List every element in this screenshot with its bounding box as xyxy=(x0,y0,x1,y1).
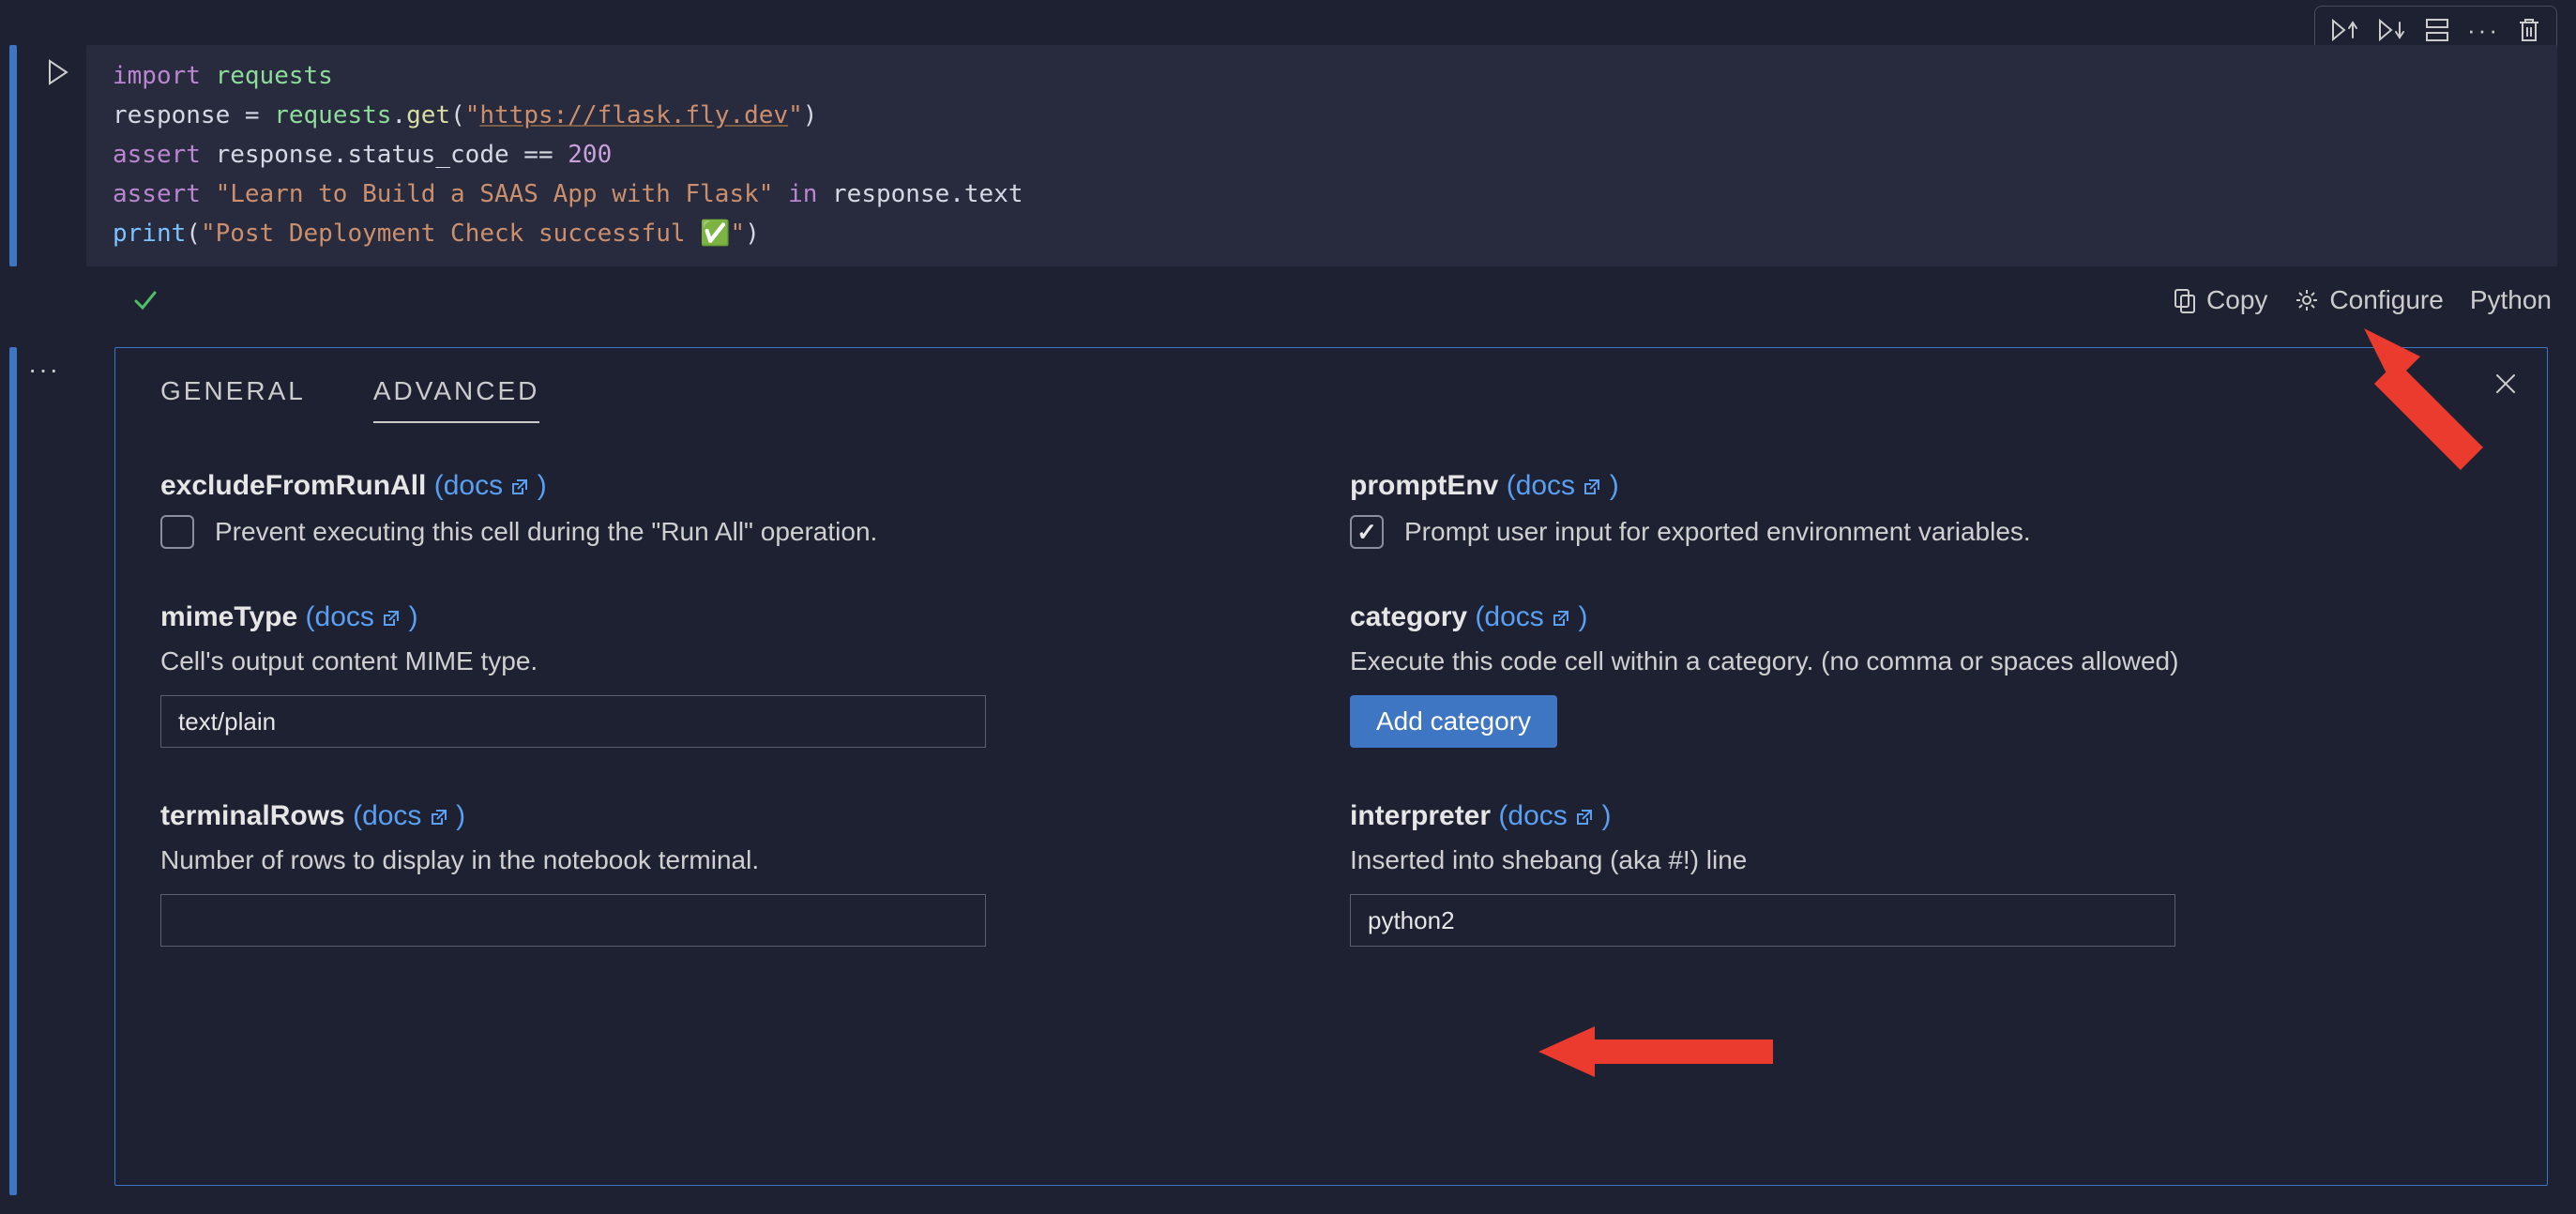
cell-collapse-icon[interactable]: ··· xyxy=(28,355,60,385)
run-cell-icon[interactable] xyxy=(44,58,72,266)
field-mimetype: mimeType (docs ) Cell's output content M… xyxy=(160,601,1312,748)
delete-cell-icon[interactable] xyxy=(2517,17,2541,43)
run-below-icon[interactable] xyxy=(2377,17,2407,43)
docs-link-interpreter[interactable]: (docs ) xyxy=(1498,800,1611,831)
label-excludefromrunall: excludeFromRunAll xyxy=(160,470,426,501)
input-interpreter[interactable] xyxy=(1350,894,2175,947)
docs-link-category[interactable]: (docs ) xyxy=(1475,601,1587,632)
checkbox-promptenv[interactable] xyxy=(1350,515,1384,549)
field-interpreter: interpreter (docs ) Inserted into sheban… xyxy=(1350,800,2502,947)
desc-excludefromrunall: Prevent executing this cell during the "… xyxy=(215,517,877,547)
run-cell-gutter xyxy=(30,45,86,266)
input-terminalrows[interactable] xyxy=(160,894,986,947)
left-column: excludeFromRunAll (docs ) Prevent execut… xyxy=(160,470,1312,947)
desc-promptenv: Prompt user input for exported environme… xyxy=(1404,517,2031,547)
configure-button[interactable]: Configure xyxy=(2294,285,2443,315)
desc-interpreter: Inserted into shebang (aka #!) line xyxy=(1350,845,2502,875)
field-promptenv: promptEnv (docs ) Prompt user input for … xyxy=(1350,470,2502,549)
desc-mimetype: Cell's output content MIME type. xyxy=(160,646,1312,676)
code-cell: import requests response = requests.get(… xyxy=(9,45,2557,266)
label-terminalrows: terminalRows xyxy=(160,800,345,831)
label-promptenv: promptEnv xyxy=(1350,470,1498,501)
docs-link-excludefromrunall[interactable]: (docs ) xyxy=(434,470,547,501)
tab-general[interactable]: GENERAL xyxy=(160,376,306,423)
field-category: category (docs ) Execute this code cell … xyxy=(1350,601,2502,748)
more-actions-icon[interactable]: ··· xyxy=(2467,16,2500,45)
run-above-icon[interactable] xyxy=(2330,17,2360,43)
add-category-button[interactable]: Add category xyxy=(1350,695,1557,748)
close-icon[interactable] xyxy=(2493,371,2519,404)
configure-panel: GENERAL ADVANCED excludeFromRunAll (docs… xyxy=(114,347,2548,1186)
code-editor[interactable]: import requests response = requests.get(… xyxy=(86,45,2557,266)
desc-category: Execute this code cell within a category… xyxy=(1350,646,2502,676)
code-content[interactable]: import requests response = requests.get(… xyxy=(113,56,2531,253)
tabs: GENERAL ADVANCED xyxy=(160,376,2502,423)
language-indicator[interactable]: Python xyxy=(2470,285,2552,315)
docs-link-terminalrows[interactable]: (docs ) xyxy=(353,800,465,831)
checkbox-excludefromrunall[interactable] xyxy=(160,515,194,549)
field-terminalrows: terminalRows (docs ) Number of rows to d… xyxy=(160,800,1312,947)
label-interpreter: interpreter xyxy=(1350,800,1491,831)
docs-link-promptenv[interactable]: (docs ) xyxy=(1507,470,1619,501)
tab-advanced[interactable]: ADVANCED xyxy=(373,376,540,423)
field-excludefromrunall: excludeFromRunAll (docs ) Prevent execut… xyxy=(160,470,1312,549)
cell-active-indicator xyxy=(9,45,17,266)
desc-terminalrows: Number of rows to display in the noteboo… xyxy=(160,845,1312,875)
panel-active-indicator xyxy=(9,347,17,1195)
label-category: category xyxy=(1350,601,1467,632)
split-cell-icon[interactable] xyxy=(2424,17,2450,43)
input-mimetype[interactable] xyxy=(160,695,986,748)
label-mimetype: mimeType xyxy=(160,601,297,632)
docs-link-mimetype[interactable]: (docs ) xyxy=(306,601,418,632)
cell-status-bar: Copy Configure Python xyxy=(9,280,2557,321)
copy-button[interactable]: Copy xyxy=(2173,285,2267,315)
success-check-icon xyxy=(131,286,159,314)
right-column: promptEnv (docs ) Prompt user input for … xyxy=(1350,470,2502,947)
